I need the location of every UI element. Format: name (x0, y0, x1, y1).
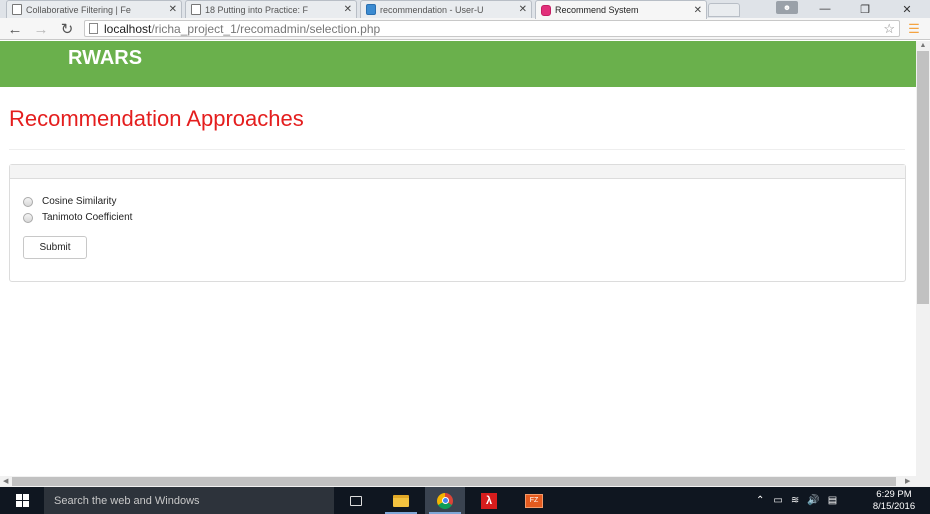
option-label: Cosine Similarity (42, 196, 117, 207)
scrollbar-thumb[interactable] (917, 51, 929, 304)
stackexchange-icon (366, 4, 376, 15)
file-explorer-button[interactable] (381, 487, 421, 514)
close-icon[interactable]: ✕ (694, 5, 702, 16)
task-view-button[interactable] (336, 487, 376, 514)
page-viewport: RWARS Recommendation Approaches Cosine S… (0, 41, 916, 476)
system-tray: ⌃ ▭ ≋ 🔊 ▤ (756, 487, 837, 514)
clock-time: 6:29 PM (876, 489, 912, 500)
notifications-icon[interactable]: ▤ (828, 495, 837, 506)
wifi-icon[interactable]: ≋ (791, 495, 799, 506)
divider (9, 149, 905, 150)
forward-arrow-icon[interactable]: → (32, 20, 50, 38)
page-title: Recommendation Approaches (9, 106, 304, 131)
user-profile-icon[interactable]: ☻ (776, 1, 798, 14)
clock[interactable]: 6:29 PM 8/15/2016 (866, 489, 922, 513)
taskbar: Search the web and Windows λ FZ ⌃ ▭ ≋ 🔊 … (0, 487, 930, 514)
browser-tab-active[interactable]: Recommend System ✕ (535, 0, 707, 19)
selection-panel: Cosine Similarity Tanimoto Coefficient S… (9, 164, 906, 282)
option-label: Tanimoto Coefficient (42, 212, 133, 223)
close-icon[interactable]: ✕ (519, 4, 527, 15)
app-icon (541, 4, 551, 16)
page-icon (89, 23, 98, 34)
filezilla-button[interactable]: FZ (514, 487, 554, 514)
url-host: localhost (104, 21, 152, 36)
browser-tab-3[interactable]: recommendation - User-U ✕ (360, 0, 532, 18)
url-path: /richa_project_1/recomadmin/selection.ph… (151, 21, 381, 36)
tab-title: 18 Putting into Practice: F (205, 4, 309, 15)
scroll-left-icon[interactable]: ◀ (3, 476, 8, 487)
reload-icon[interactable]: ↻ (58, 20, 76, 38)
option-cosine-similarity[interactable]: Cosine Similarity (23, 196, 116, 207)
start-button[interactable] (0, 487, 44, 514)
clock-date: 8/15/2016 (872, 501, 916, 512)
new-tab-button[interactable] (708, 3, 740, 17)
vertical-scrollbar[interactable]: ▲ (916, 41, 930, 476)
close-icon[interactable]: ✕ (344, 4, 352, 15)
chrome-icon (437, 492, 453, 509)
menu-icon[interactable]: ☰ (906, 21, 922, 37)
minimize-icon[interactable]: — (810, 0, 840, 18)
volume-icon[interactable]: 🔊 (807, 495, 819, 506)
scroll-right-icon[interactable]: ▶ (905, 476, 910, 487)
chrome-button[interactable] (425, 487, 465, 514)
folder-icon (393, 494, 409, 507)
scroll-corner (916, 476, 930, 487)
acrobat-button[interactable]: λ (469, 487, 509, 514)
close-window-icon[interactable]: ✕ (892, 0, 922, 18)
bookmark-star-icon[interactable]: ☆ (883, 21, 895, 37)
browser-toolbar: ← → ↻ localhost/richa_project_1/recomadm… (0, 18, 930, 40)
navbar: RWARS (0, 41, 916, 87)
tab-title: Collaborative Filtering | Fe (26, 4, 131, 15)
restore-icon[interactable]: ❐ (850, 0, 880, 18)
acrobat-icon: λ (481, 492, 497, 509)
windows-logo-icon (15, 494, 29, 507)
filezilla-icon: FZ (525, 493, 543, 508)
back-arrow-icon[interactable]: ← (6, 20, 24, 38)
submit-button[interactable]: Submit (23, 236, 87, 259)
page-icon (12, 4, 22, 15)
page-icon (191, 4, 201, 15)
panel-heading (10, 165, 905, 179)
browser-tab-2[interactable]: 18 Putting into Practice: F ✕ (185, 0, 357, 18)
option-tanimoto-coefficient[interactable]: Tanimoto Coefficient (23, 212, 132, 223)
scroll-up-icon[interactable]: ▲ (916, 41, 930, 51)
browser-tab-1[interactable]: Collaborative Filtering | Fe ✕ (6, 0, 182, 18)
tab-strip: Collaborative Filtering | Fe ✕ 18 Puttin… (0, 0, 930, 19)
scrollbar-thumb[interactable] (12, 477, 896, 486)
battery-icon[interactable]: ▭ (773, 495, 782, 506)
address-bar[interactable]: localhost/richa_project_1/recomadmin/sel… (84, 20, 900, 37)
task-view-icon (350, 495, 362, 506)
tab-title: Recommend System (555, 5, 639, 15)
chevron-up-icon[interactable]: ⌃ (756, 495, 764, 506)
close-icon[interactable]: ✕ (169, 4, 177, 15)
taskbar-search[interactable]: Search the web and Windows (44, 487, 334, 514)
brand-logo[interactable]: RWARS (68, 47, 142, 70)
horizontal-scrollbar[interactable]: ◀ ▶ (0, 476, 916, 487)
radio-button[interactable] (23, 212, 33, 223)
radio-button[interactable] (23, 196, 33, 207)
tab-title: recommendation - User-U (380, 4, 484, 15)
